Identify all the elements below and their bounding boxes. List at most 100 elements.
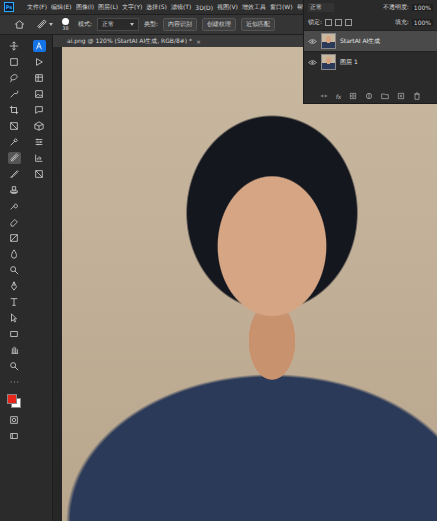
menu-item[interactable]: 3D(D) — [194, 4, 214, 11]
plugin-button[interactable] — [33, 168, 46, 180]
zoom-icon — [9, 361, 19, 371]
stamp-icon — [9, 185, 19, 195]
tool-button[interactable] — [8, 104, 21, 116]
pen-icon — [9, 281, 19, 291]
marquee-icon — [9, 57, 19, 67]
layers-footer: fx — [304, 89, 437, 103]
tool-preset[interactable] — [36, 19, 53, 30]
mode-select[interactable]: 正常 — [97, 18, 139, 31]
heal-icon — [9, 153, 19, 163]
foreground-color[interactable] — [7, 394, 17, 404]
type-button[interactable]: 内容识别 — [163, 18, 197, 31]
lock-all-icon[interactable] — [345, 19, 352, 26]
adjustment-icon[interactable] — [365, 92, 373, 100]
tool-button[interactable] — [8, 280, 21, 292]
tool-button[interactable] — [8, 360, 21, 372]
tool-button[interactable] — [8, 344, 21, 356]
menu-item[interactable]: 编辑(E) — [50, 3, 72, 12]
tool-button[interactable] — [8, 312, 21, 324]
menu-item[interactable]: 窗口(W) — [269, 3, 294, 12]
menu-item[interactable]: 滤镜(T) — [170, 3, 192, 12]
tool-button[interactable] — [8, 168, 21, 180]
quick-mask-button[interactable] — [8, 414, 21, 426]
fill-label: 填充: — [395, 18, 409, 27]
type-button[interactable]: 近似匹配 — [241, 18, 275, 31]
layers-header: 正常 不透明度:100% — [304, 0, 437, 15]
fx-button[interactable]: fx — [336, 93, 342, 100]
layer-thumbnail — [321, 54, 336, 70]
screen-mode-icon — [9, 431, 19, 441]
trash-icon[interactable] — [413, 92, 421, 100]
plugin-button[interactable] — [33, 120, 46, 132]
plugin-button[interactable] — [33, 56, 46, 68]
eye-icon[interactable] — [308, 37, 317, 46]
eraser-icon — [9, 217, 19, 227]
link-icon[interactable] — [320, 92, 328, 100]
canvas[interactable] — [53, 47, 437, 521]
menu-item[interactable]: 选择(S) — [145, 3, 168, 12]
tool-button[interactable] — [8, 56, 21, 68]
layer-row[interactable]: 图层 1 — [304, 51, 437, 72]
tool-button[interactable] — [8, 136, 21, 148]
tool-button[interactable] — [8, 40, 21, 52]
screen-mode-button[interactable] — [8, 430, 21, 442]
tool-button[interactable] — [8, 72, 21, 84]
brush-icon — [9, 169, 19, 179]
menu-item[interactable]: 文件(F) — [26, 3, 48, 12]
tool-button[interactable] — [8, 152, 21, 164]
quick-mask-icon — [9, 415, 19, 425]
sliders-icon — [34, 137, 44, 147]
fill-value[interactable]: 100% — [412, 19, 433, 26]
menu-item[interactable]: 增效工具 — [241, 3, 267, 12]
home-icon[interactable] — [14, 19, 25, 30]
plugin-button[interactable] — [33, 136, 46, 148]
select-icon — [9, 89, 19, 99]
menu-item[interactable]: 文字(Y) — [121, 3, 143, 12]
menu-item[interactable]: 图像(I) — [75, 3, 95, 12]
folder-icon[interactable] — [381, 92, 389, 100]
eye-icon[interactable] — [308, 58, 317, 67]
cube-icon — [34, 121, 44, 131]
mask-icon[interactable] — [349, 92, 357, 100]
tool-button[interactable] — [8, 120, 21, 132]
opacity-value[interactable]: 100% — [412, 4, 433, 11]
plugin-button[interactable] — [33, 88, 46, 100]
plugin-button[interactable] — [33, 152, 46, 164]
tool-button[interactable] — [8, 200, 21, 212]
layers-panel: 正常 不透明度:100% 锁定: 填充:100% StartAI AI生成图层 1 fx — [303, 0, 437, 104]
brush-dot-icon — [62, 18, 69, 25]
opacity-label: 不透明度: — [383, 3, 409, 12]
tool-button[interactable] — [8, 376, 21, 388]
table-icon — [34, 73, 44, 83]
type-icon — [9, 297, 19, 307]
tool-button[interactable] — [8, 88, 21, 100]
tool-button[interactable] — [8, 248, 21, 260]
layer-row[interactable]: StartAI AI生成 — [304, 30, 437, 51]
gradient-icon — [9, 233, 19, 243]
tool-button[interactable] — [8, 216, 21, 228]
plugin-button[interactable] — [33, 40, 46, 52]
brush-size[interactable]: 38 — [62, 18, 69, 31]
type-button[interactable]: 创建纹理 — [202, 18, 236, 31]
tool-button[interactable] — [8, 264, 21, 276]
mode-label: 模式: — [78, 20, 92, 29]
plugin-button[interactable] — [33, 104, 46, 116]
dropdown-caret-icon — [130, 23, 134, 26]
lock-label: 锁定: — [308, 18, 322, 27]
tool-button[interactable] — [8, 184, 21, 196]
menu-item[interactable]: 视图(V) — [216, 3, 239, 12]
tool-button[interactable] — [8, 232, 21, 244]
hand-icon — [9, 345, 19, 355]
plugin-button[interactable] — [33, 72, 46, 84]
tool-button[interactable] — [8, 296, 21, 308]
color-swatches[interactable] — [7, 394, 21, 408]
comment-icon — [34, 105, 44, 115]
menu-item[interactable]: 图层(L) — [97, 3, 119, 12]
close-tab-button[interactable]: × — [196, 38, 201, 45]
lock-pixels-icon[interactable] — [325, 19, 332, 26]
new-layer-icon[interactable] — [397, 92, 405, 100]
blend-mode-select[interactable]: 正常 — [308, 3, 334, 12]
frame-icon — [34, 169, 44, 179]
lock-position-icon[interactable] — [335, 19, 342, 26]
tool-button[interactable] — [8, 328, 21, 340]
